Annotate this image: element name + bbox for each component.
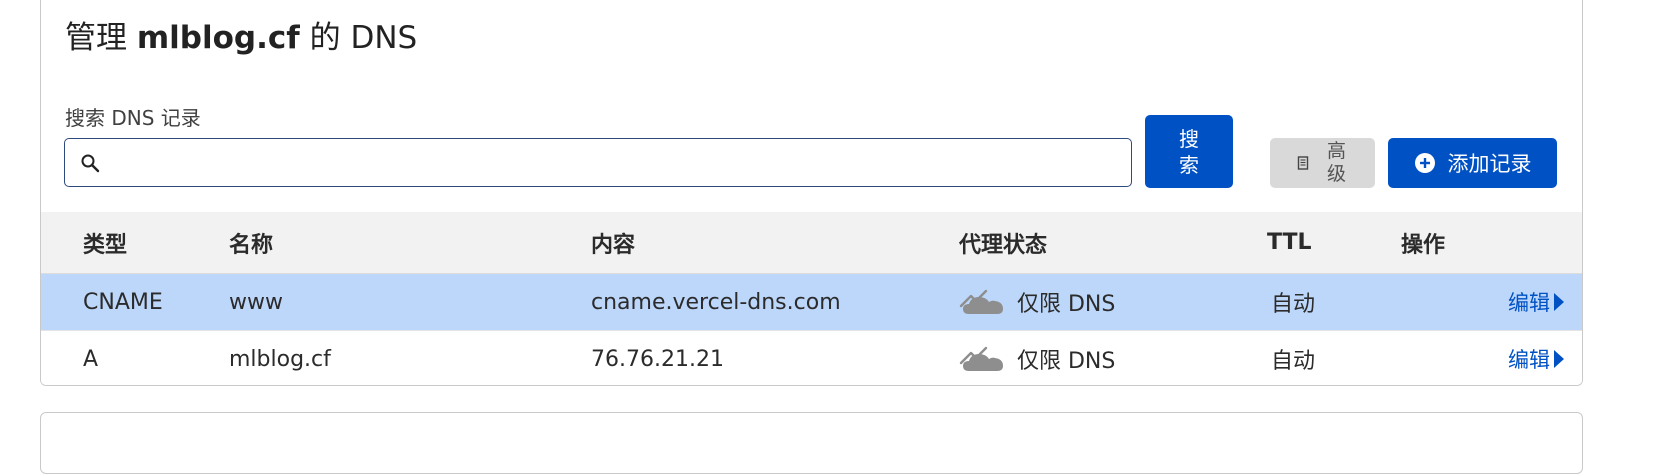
record-type: CNAME (83, 289, 163, 315)
record-proxy-status: 仅限 DNS (959, 331, 1116, 385)
search-button[interactable]: 搜索 (1145, 115, 1233, 188)
plus-circle-icon (1414, 153, 1435, 173)
record-content: cname.vercel-dns.com (591, 289, 841, 315)
table-row[interactable]: A mlblog.cf 76.76.21.21 仅限 DNS 自动 编辑 (41, 330, 1582, 385)
column-header-proxy-status[interactable]: 代理状态 (959, 212, 1047, 273)
column-header-name[interactable]: 名称 (229, 212, 273, 273)
caret-right-icon (1554, 293, 1564, 311)
record-name: mlblog.cf (229, 346, 331, 372)
column-header-content[interactable]: 内容 (591, 212, 635, 273)
proxy-status-label: 仅限 DNS (1017, 292, 1116, 317)
next-card (40, 412, 1583, 474)
record-name: www (229, 289, 283, 315)
search-input[interactable] (113, 145, 1117, 181)
record-type: A (83, 346, 99, 372)
advanced-button-label: 高级 (1326, 140, 1346, 185)
title-domain: mlblog.cf (136, 20, 300, 56)
add-record-button[interactable]: 添加记录 (1388, 138, 1557, 188)
search-label: 搜索 DNS 记录 (65, 106, 201, 130)
edit-label: 编辑 (1508, 291, 1550, 315)
column-header-type[interactable]: 类型 (83, 212, 127, 273)
dns-only-cloud-icon (959, 289, 1003, 314)
title-suffix: 的 DNS (309, 20, 418, 56)
edit-record-link[interactable]: 编辑 (1508, 274, 1564, 330)
title-prefix: 管理 (65, 20, 127, 56)
column-header-actions: 操作 (1401, 232, 1446, 258)
record-proxy-status: 仅限 DNS (959, 274, 1115, 330)
column-header-ttl[interactable]: TTL (1267, 212, 1312, 273)
edit-record-link[interactable]: 编辑 (1508, 331, 1564, 385)
document-icon (1297, 156, 1308, 170)
search-button-label: 搜索 (1179, 126, 1199, 177)
advanced-button[interactable]: 高级 (1270, 138, 1375, 188)
table-row[interactable]: CNAME www cname.vercel-dns.com 仅限 DNS 自动… (41, 274, 1582, 330)
edit-label: 编辑 (1508, 348, 1550, 372)
record-ttl: 自动 (1271, 292, 1316, 317)
dns-only-cloud-icon (959, 346, 1003, 371)
dns-management-card: 管理 mlblog.cf 的 DNS 搜索 DNS 记录 搜索 高级 添加记录 … (40, 0, 1583, 386)
search-icon (81, 154, 100, 173)
record-content: 76.76.21.21 (591, 346, 724, 372)
search-field[interactable] (64, 138, 1132, 187)
add-record-label: 添加记录 (1447, 152, 1532, 176)
page-title: 管理 mlblog.cf 的 DNS (65, 12, 417, 57)
record-ttl: 自动 (1271, 349, 1316, 374)
caret-right-icon (1554, 350, 1564, 368)
table-header: 类型 名称 内容 代理状态 TTL 操作 (41, 212, 1582, 274)
proxy-status-label: 仅限 DNS (1017, 349, 1116, 374)
